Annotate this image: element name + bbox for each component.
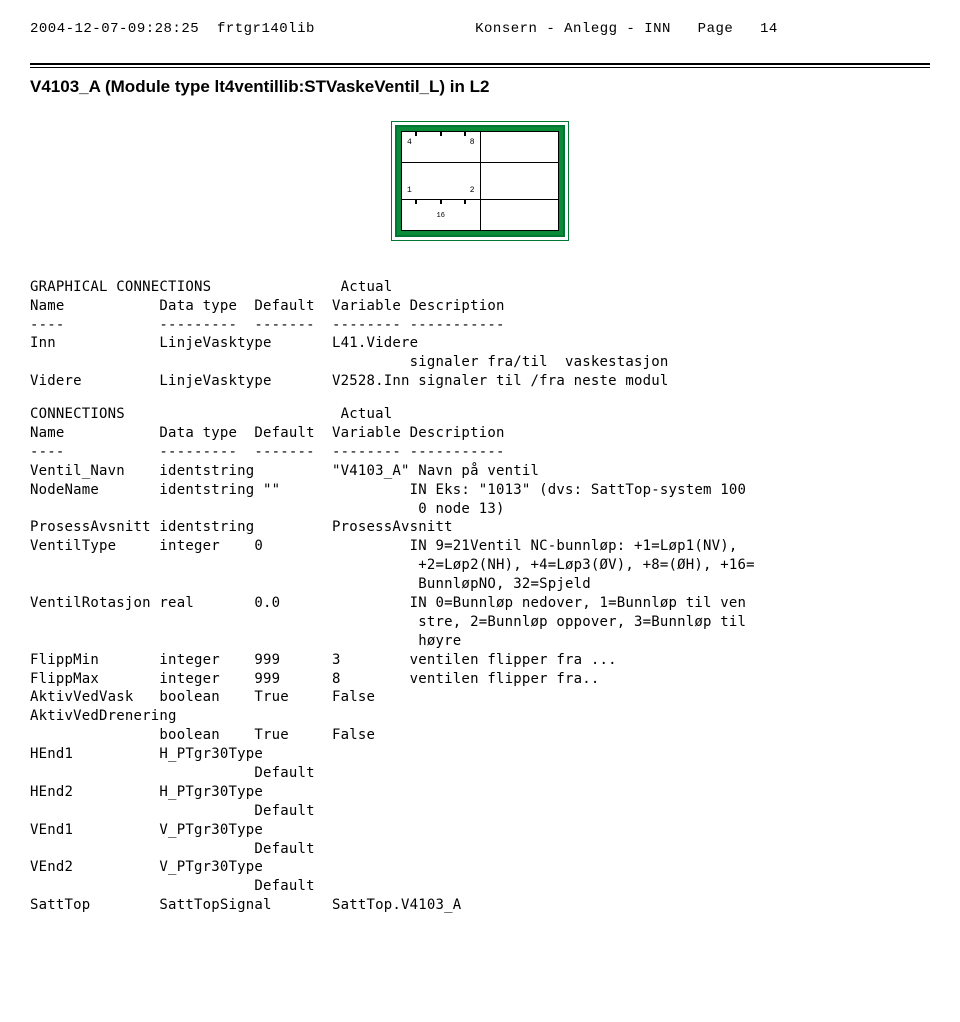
graphical-row: Videre LinjeVasktype V2528.Inn signaler … <box>30 372 930 391</box>
divider-thin <box>30 67 930 68</box>
connections-row: VEnd1 V_PTgr30Type <box>30 821 930 840</box>
header-lib: frtgr140lib <box>217 21 315 37</box>
header-page-num: 14 <box>760 21 778 37</box>
connections-cols: Name Data type Default Variable Descript… <box>30 424 930 443</box>
graphical-row: signaler fra/til vaskestasjon <box>30 353 930 372</box>
connections-row: AktivVedVask boolean True False <box>30 688 930 707</box>
graphical-row: Inn LinjeVasktype L41.Videre <box>30 334 930 353</box>
connections-dashes: ---- --------- ------- -------- --------… <box>30 443 930 462</box>
pin-label-1: 1 <box>407 186 412 197</box>
connections-row: NodeName identstring "" IN Eks: "1013" (… <box>30 481 930 500</box>
connections-row: høyre <box>30 632 930 651</box>
page-header: 2004-12-07-09:28:25 frtgr140lib Konsern … <box>30 20 930 39</box>
divider-thick <box>30 63 930 65</box>
module-symbol: 4 8 1 2 1 <box>30 121 930 248</box>
connections-row: VEnd2 V_PTgr30Type <box>30 858 930 877</box>
connections-row: Ventil_Navn identstring "V4103_A" Navn p… <box>30 462 930 481</box>
connections-row: AktivVedDrenering <box>30 707 930 726</box>
connections-row: +2=Løp2(NH), +4=Løp3(ØV), +8=(ØH), +16= <box>30 556 930 575</box>
connections-row: boolean True False <box>30 726 930 745</box>
connections-row: VentilRotasjon real 0.0 IN 0=Bunnløp ned… <box>30 594 930 613</box>
graphical-heading: GRAPHICAL CONNECTIONS Actual <box>30 278 930 297</box>
connections-row: Default <box>30 877 930 896</box>
connections-row: Default <box>30 764 930 783</box>
header-page-label: Page <box>698 21 734 37</box>
pin-label-2: 2 <box>470 186 475 197</box>
connections-row: FlippMax integer 999 8 ventilen flipper … <box>30 670 930 689</box>
connections-row: SattTop SattTopSignal SattTop.V4103_A <box>30 896 930 915</box>
connections-row: Default <box>30 840 930 859</box>
connections-row: ProsessAvsnitt identstring ProsessAvsnit… <box>30 518 930 537</box>
graphical-dashes: ---- --------- ------- -------- --------… <box>30 316 930 335</box>
connections-row: FlippMin integer 999 3 ventilen flipper … <box>30 651 930 670</box>
connections-row: HEnd1 H_PTgr30Type <box>30 745 930 764</box>
pin-label-16: 16 <box>437 212 445 220</box>
connections-row: Default <box>30 802 930 821</box>
connections-heading: CONNECTIONS Actual <box>30 405 930 424</box>
pin-label-8: 8 <box>470 138 475 149</box>
pin-label-4: 4 <box>407 138 412 149</box>
connections-row: stre, 2=Bunnløp oppover, 3=Bunnløp til <box>30 613 930 632</box>
header-context: Konsern - Anlegg - INN <box>475 21 671 37</box>
header-timestamp: 2004-12-07-09:28:25 <box>30 21 199 37</box>
connections-row: 0 node 13) <box>30 500 930 519</box>
connections-row: VentilType integer 0 IN 9=21Ventil NC-bu… <box>30 537 930 556</box>
graphical-cols: Name Data type Default Variable Descript… <box>30 297 930 316</box>
page-title: V4103_A (Module type lt4ventillib:STVask… <box>30 76 930 99</box>
connections-row: HEnd2 H_PTgr30Type <box>30 783 930 802</box>
connections-row: BunnløpNO, 32=Spjeld <box>30 575 930 594</box>
